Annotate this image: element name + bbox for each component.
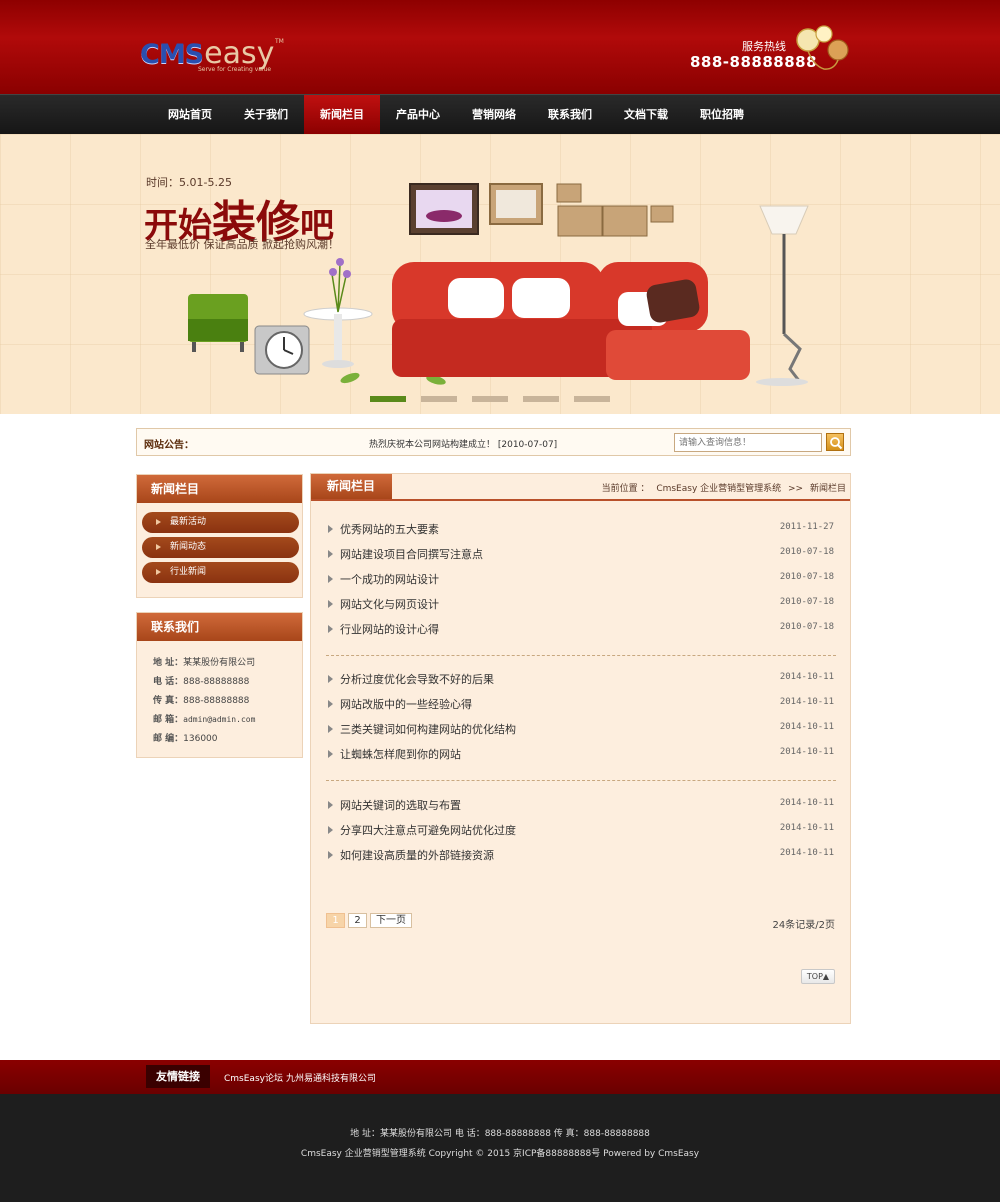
site-footer: 地 址：某某股份有限公司 电 话：888-88888888 传 真：888-88… <box>0 1094 1000 1202</box>
contact-phone: 电 话：888-88888888 <box>153 677 250 687</box>
list-item[interactable]: 分析过度优化会导致不好的后果 2014-10-11 <box>326 671 836 687</box>
bullet-icon <box>328 851 333 859</box>
hotline-label: 服务热线 <box>742 40 786 53</box>
bullet-icon <box>328 750 333 758</box>
footer-contact: 地 址：某某股份有限公司 电 话：888-88888888 传 真：888-88… <box>350 1129 650 1139</box>
notice-label: 网站公告： <box>144 440 194 451</box>
bullet-icon <box>328 700 333 708</box>
list-item[interactable]: 行业网站的设计心得 2010-07-18 <box>326 621 836 637</box>
list-divider <box>326 780 836 781</box>
sidebar-contact-title: 联系我们 <box>137 613 302 641</box>
lamp-icon <box>796 25 849 70</box>
list-item[interactable]: 网站改版中的一些经验心得 2014-10-11 <box>326 696 836 712</box>
page-1-button[interactable]: 1 <box>326 913 345 928</box>
site-logo[interactable]: CMSeasy TM Serve for Creating value <box>140 36 284 76</box>
search-button[interactable] <box>826 433 844 451</box>
sidebar-item-label: 新闻动态 <box>170 542 207 552</box>
bullet-icon <box>328 826 333 834</box>
breadcrumb-current[interactable]: 新闻栏目 <box>810 484 846 494</box>
friend-link-forum[interactable]: CmsEasy论坛 <box>224 1071 283 1084</box>
back-to-top-button[interactable]: TOP▲ <box>801 969 835 984</box>
arrow-right-icon <box>156 544 161 550</box>
slider-dot[interactable] <box>421 396 457 402</box>
arrow-right-icon <box>156 569 161 575</box>
bullet-icon <box>328 575 333 583</box>
news-list-panel: 新闻栏目 当前位置 ： CmsEasy 企业营销型管理系统 >> 新闻栏目 优秀… <box>310 473 851 1024</box>
nav-item-contact[interactable]: 联系我们 <box>532 95 608 135</box>
slider-dot[interactable] <box>574 396 610 402</box>
site-header: CMSeasy TM Serve for Creating value 服务热线… <box>0 0 1000 94</box>
sidebar-news-box: 新闻栏目 最新活动 新闻动态 行业新闻 <box>136 474 303 598</box>
list-item[interactable]: 让蜘蛛怎样爬到你的网站 2014-10-11 <box>326 746 836 762</box>
list-item[interactable]: 一个成功的网站设计 2010-07-18 <box>326 571 836 587</box>
sidebar-item-label: 最新活动 <box>170 517 207 527</box>
nav-item-products[interactable]: 产品中心 <box>380 95 456 135</box>
list-item[interactable]: 分享四大注意点可避免网站优化过度 2014-10-11 <box>326 822 836 838</box>
nav-item-downloads[interactable]: 文档下载 <box>608 95 684 135</box>
contact-email: 邮 箱：admin@admin.com <box>153 715 256 725</box>
breadcrumb: 当前位置 ： CmsEasy 企业营销型管理系统 >> 新闻栏目 <box>598 481 846 494</box>
sidebar-item-news-updates[interactable]: 新闻动态 <box>142 537 299 558</box>
records-count: 24条记录/2页 <box>772 920 835 931</box>
nav-item-news[interactable]: 新闻栏目 <box>304 95 380 135</box>
bullet-icon <box>328 600 333 608</box>
sidebar-item-label: 行业新闻 <box>170 567 207 577</box>
bullet-icon <box>328 801 333 809</box>
banner-illustration <box>188 183 809 386</box>
slider-dot[interactable] <box>472 396 508 402</box>
contact-fax: 传 真：888-88888888 <box>153 696 250 706</box>
nav-item-network[interactable]: 营销网络 <box>456 95 532 135</box>
notice-text[interactable]: 热烈庆祝本公司网站构建成立！ [2010-07-07] <box>369 437 557 450</box>
list-item[interactable]: 网站关键词的选取与布置 2014-10-11 <box>326 797 836 813</box>
friend-links-bar: 友情链接 CmsEasy论坛 九州易通科技有限公司 <box>0 1060 1000 1094</box>
bullet-icon <box>328 625 333 633</box>
friend-link-company[interactable]: 九州易通科技有限公司 <box>286 1071 376 1084</box>
bullet-icon <box>328 550 333 558</box>
list-item[interactable]: 网站文化与网页设计 2010-07-18 <box>326 596 836 612</box>
friend-links-label: 友情链接 <box>146 1065 210 1088</box>
nav-item-about[interactable]: 关于我们 <box>228 95 304 135</box>
hero-banner[interactable]: 时间：5.01-5.25 开始装修吧 全年最低价 保证高品质 掀起抢购风潮！ <box>0 134 1000 414</box>
bullet-icon <box>328 725 333 733</box>
list-item[interactable]: 三类关键词如何构建网站的优化结构 2014-10-11 <box>326 721 836 737</box>
breadcrumb-home[interactable]: CmsEasy 企业营销型管理系统 <box>656 484 781 494</box>
nav-item-home[interactable]: 网站首页 <box>152 95 228 135</box>
sidebar-news-title: 新闻栏目 <box>137 475 302 503</box>
main-nav: 网站首页 关于我们 新闻栏目 产品中心 营销网络 联系我们 文档下载 职位招聘 <box>0 94 1000 135</box>
list-item[interactable]: 网站建设项目合同撰写注意点 2010-07-18 <box>326 546 836 562</box>
logo-tm: TM <box>275 38 284 45</box>
contact-address: 地 址：某某股份有限公司 <box>153 658 256 668</box>
contact-postcode: 邮 编：136000 <box>153 734 218 744</box>
search-icon <box>830 437 843 450</box>
logo-tagline: Serve for Creating value <box>198 66 272 73</box>
breadcrumb-separator: >> <box>788 484 804 494</box>
list-item[interactable]: 如何建设高质量的外部链接资源 2014-10-11 <box>326 847 836 863</box>
footer-copyright: CmsEasy 企业营销型管理系统 Copyright © 2015 京ICP备… <box>300 1149 700 1159</box>
sidebar-contact-box: 联系我们 地 址：某某股份有限公司 电 话：888-88888888 传 真：8… <box>136 612 303 758</box>
notice-bar: 网站公告： 热烈庆祝本公司网站构建成立！ [2010-07-07] <box>136 428 851 456</box>
page-2-button[interactable]: 2 <box>348 913 367 928</box>
logo-main-text: CMS <box>140 39 204 70</box>
arrow-right-icon <box>156 519 161 525</box>
bullet-icon <box>328 675 333 683</box>
next-page-button[interactable]: 下一页 <box>370 913 412 928</box>
slider-dot[interactable] <box>523 396 559 402</box>
slider-dot[interactable] <box>370 396 406 402</box>
list-divider <box>326 655 836 656</box>
bullet-icon <box>328 525 333 533</box>
breadcrumb-prefix: 当前位置 ： <box>601 484 650 494</box>
search-input[interactable] <box>674 433 822 452</box>
sidebar-item-industry-news[interactable]: 行业新闻 <box>142 562 299 583</box>
list-item[interactable]: 优秀网站的五大要素 2011-11-27 <box>326 521 836 537</box>
panel-tab-title: 新闻栏目 <box>311 474 392 499</box>
panel-header: 新闻栏目 当前位置 ： CmsEasy 企业营销型管理系统 >> 新闻栏目 <box>311 474 850 501</box>
sidebar-item-latest-events[interactable]: 最新活动 <box>142 512 299 533</box>
nav-item-jobs[interactable]: 职位招聘 <box>684 95 760 135</box>
